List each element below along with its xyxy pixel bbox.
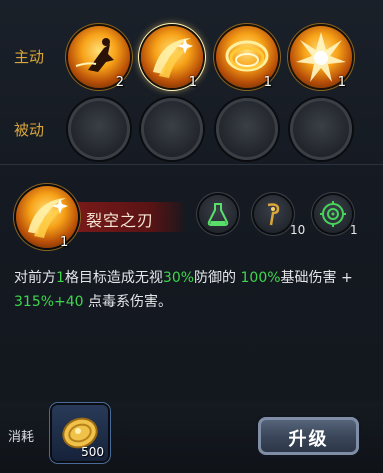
- flask-icon: [207, 203, 229, 226]
- skill-name-banner: 裂空之刃: [72, 202, 184, 232]
- stat-staff: 10: [254, 195, 305, 237]
- selected-skill-icon: 1: [16, 186, 78, 250]
- active-skill-slot-2[interactable]: 1: [141, 26, 203, 90]
- upgrade-label: 升级: [288, 429, 329, 450]
- desc-text: 基础伤害 +: [280, 270, 353, 286]
- desc-text: 对前方: [14, 270, 56, 286]
- cost-label: 消耗: [8, 430, 35, 445]
- passive-label: 被动: [14, 121, 45, 139]
- selected-skill-level: 1: [60, 235, 69, 250]
- active-skill-slot-1[interactable]: 2: [68, 26, 130, 90]
- target-icon: [320, 201, 346, 227]
- upgrade-button[interactable]: 升级: [258, 417, 359, 455]
- stat-flask: [199, 195, 237, 233]
- cost-item[interactable]: 500: [52, 405, 108, 461]
- desc-highlight: 1: [56, 270, 65, 286]
- cost-value: 500: [81, 445, 104, 459]
- desc-highlight: 100%: [240, 270, 281, 286]
- desc-highlight: 30%: [162, 270, 195, 286]
- active-skill-slot-3[interactable]: 1: [216, 26, 278, 90]
- skill-level: 1: [263, 75, 272, 90]
- skill-level: 1: [188, 75, 197, 90]
- desc-text: 防御的: [194, 270, 241, 286]
- skill-name: 裂空之刃: [86, 211, 155, 230]
- skill-level: 2: [115, 75, 124, 90]
- active-label: 主动: [14, 48, 45, 66]
- desc-highlight: 315%+40: [14, 294, 84, 310]
- desc-text: 点毒系伤害。: [83, 294, 173, 310]
- active-skill-slot-4[interactable]: 1: [290, 26, 352, 90]
- skill-level: 1: [337, 75, 346, 90]
- crescent-slash-skill-icon: [28, 198, 68, 238]
- skill-panel: 主动 2 1 1 1 被动 裂空之刃 1 10 1 对前方1格目标造成无视30%…: [0, 0, 383, 473]
- stat-value: 1: [350, 223, 358, 237]
- stat-value: 10: [290, 223, 306, 237]
- passive-skill-slot-4[interactable]: [290, 98, 352, 160]
- skill-description: 对前方1格目标造成无视30%防御的 100%基础伤害 + 315%+40 点毒系…: [14, 266, 370, 314]
- passive-skill-slot-3[interactable]: [216, 98, 278, 160]
- staff-icon: [267, 203, 280, 226]
- passive-skill-slot-1[interactable]: [68, 98, 130, 160]
- desc-text: 格目标造成无视: [64, 270, 163, 286]
- passive-skill-slot-2[interactable]: [141, 98, 203, 160]
- divider: [0, 164, 383, 165]
- stat-target: 1: [314, 195, 358, 237]
